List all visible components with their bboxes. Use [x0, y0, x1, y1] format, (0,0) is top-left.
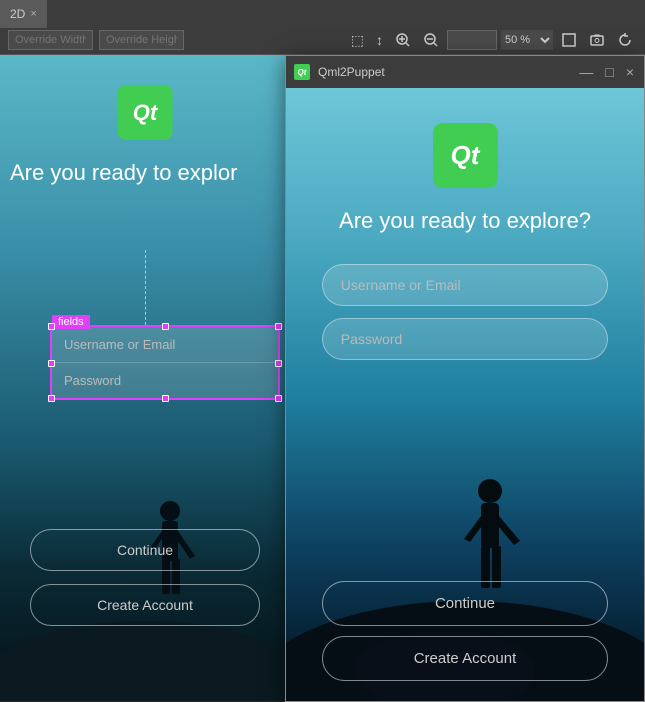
- resize-handle-tm[interactable]: [162, 323, 169, 330]
- zoom-value-input[interactable]: 50 %: [447, 30, 497, 50]
- left-title: Are you ready to explor: [10, 160, 237, 186]
- dashed-line: [145, 250, 146, 325]
- resize-handle-mr[interactable]: [275, 360, 282, 367]
- qt-logo-right: Qt: [433, 123, 498, 188]
- zoom-dropdown[interactable]: 25 % 50 % 75 % 100 %: [501, 30, 553, 50]
- resize-handle-tl[interactable]: [48, 323, 55, 330]
- frame-icon[interactable]: [557, 30, 581, 50]
- create-account-button-right[interactable]: Create Account: [322, 636, 608, 681]
- username-input-right[interactable]: [322, 264, 608, 306]
- tab-2d[interactable]: 2D ×: [0, 0, 47, 28]
- puppet-titlebar: Qt Qml2Puppet — □ ×: [286, 56, 644, 88]
- resize-handle-bm[interactable]: [162, 395, 169, 402]
- puppet-content: Qt Are you ready to explore?: [286, 88, 644, 701]
- username-input-left[interactable]: [52, 327, 278, 363]
- right-fields: [322, 264, 608, 360]
- create-account-button-left[interactable]: Create Account: [30, 584, 260, 626]
- toolbar-icons: ⬚ ↕ 50 % 25 % 50 % 75 % 100 %: [347, 30, 637, 51]
- main-area: Qt Are you ready to explor fields: [0, 55, 645, 701]
- resize-handle-br[interactable]: [275, 395, 282, 402]
- password-input-right[interactable]: [322, 318, 608, 360]
- continue-button-left[interactable]: Continue: [30, 529, 260, 571]
- right-title: Are you ready to explore?: [339, 208, 591, 234]
- reset-icon[interactable]: ↕: [372, 30, 387, 50]
- zoom-out-button[interactable]: [419, 30, 443, 50]
- puppet-minimize-button[interactable]: —: [577, 65, 595, 79]
- right-buttons: Continue Create Account: [322, 581, 608, 681]
- puppet-window-controls: — □ ×: [577, 65, 636, 79]
- tab-bar: 2D ×: [0, 0, 47, 28]
- resize-handle-ml[interactable]: [48, 360, 55, 367]
- qt-logo-left: Qt: [118, 85, 173, 140]
- resize-handle-bl[interactable]: [48, 395, 55, 402]
- resize-handle-tr[interactable]: [275, 323, 282, 330]
- capture-icon[interactable]: [585, 30, 609, 50]
- puppet-window-title: Qml2Puppet: [318, 65, 569, 79]
- tab-2d-label: 2D: [10, 7, 25, 21]
- fields-box: fields: [50, 325, 280, 400]
- override-width-input[interactable]: [8, 30, 93, 50]
- password-input-left[interactable]: [52, 363, 278, 398]
- toolbar-controls: ⬚ ↕ 50 % 25 % 50 % 75 % 100 %: [0, 26, 645, 54]
- continue-button-right[interactable]: Continue: [322, 581, 608, 626]
- puppet-window-icon: Qt: [294, 64, 310, 80]
- fields-label: fields: [52, 315, 90, 329]
- puppet-window: Qt Qml2Puppet — □ × Qt Are you ready to …: [285, 55, 645, 702]
- refresh-icon[interactable]: [613, 30, 637, 50]
- puppet-maximize-button[interactable]: □: [603, 65, 615, 79]
- override-height-input[interactable]: [99, 30, 184, 50]
- transform-icon[interactable]: ⬚: [347, 30, 368, 51]
- puppet-close-button[interactable]: ×: [624, 65, 636, 79]
- left-panel: Qt Are you ready to explor fields: [0, 55, 290, 701]
- toolbar: 2D × ⬚ ↕ 50 % 25 % 50 % 75 % 100 %: [0, 0, 645, 55]
- zoom-in-button[interactable]: [391, 30, 415, 50]
- tab-close-icon[interactable]: ×: [30, 8, 36, 20]
